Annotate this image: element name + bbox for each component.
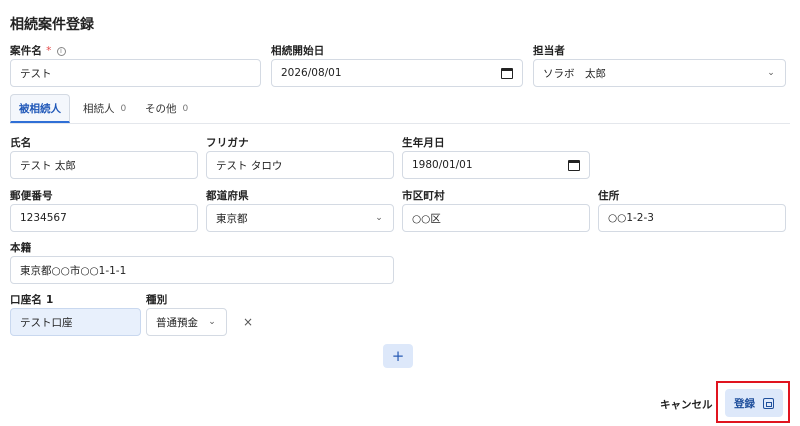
assignee-select[interactable]: ソラボ 太郎 ⌄ bbox=[533, 59, 786, 87]
cancel-button[interactable]: キャンセル bbox=[660, 397, 713, 412]
decedent-kana-value: テスト タロウ bbox=[216, 159, 283, 172]
remove-account-icon[interactable]: × bbox=[243, 315, 253, 329]
decedent-name-input[interactable]: テスト 太郎 bbox=[10, 151, 198, 179]
account-name-input[interactable]: テスト口座 bbox=[10, 308, 141, 336]
save-button-label: 登録 bbox=[734, 397, 755, 410]
account-type-label: 種別 bbox=[146, 294, 168, 306]
address-label: 住所 bbox=[598, 190, 620, 202]
info-icon[interactable]: i bbox=[56, 47, 66, 56]
pref-select[interactable]: 東京都 ⌄ bbox=[206, 204, 394, 232]
decedent-name-value: テスト 太郎 bbox=[20, 159, 76, 172]
required-mark: * bbox=[46, 45, 52, 57]
tab-heirs-count: 0 bbox=[120, 103, 127, 114]
account-type-select[interactable]: 普通預金 ⌄ bbox=[146, 308, 227, 336]
tab-other[interactable]: その他 0 bbox=[145, 94, 188, 123]
chevron-down-icon: ⌄ bbox=[767, 68, 775, 78]
save-button[interactable]: 登録 bbox=[725, 389, 783, 417]
tab-other-count: 0 bbox=[182, 103, 189, 114]
decedent-kana-label: フリガナ bbox=[206, 137, 249, 149]
decedent-kana-input[interactable]: テスト タロウ bbox=[206, 151, 394, 179]
calendar-icon[interactable] bbox=[568, 159, 580, 171]
account-name-value: テスト口座 bbox=[20, 316, 73, 329]
tab-bar: 被相続人 相続人 0 その他 0 bbox=[10, 94, 790, 124]
page-title: 相続案件登録 bbox=[10, 17, 94, 33]
start-date-value: 2026/08/01 bbox=[281, 67, 342, 79]
address-input[interactable]: ○○1-2-3 bbox=[598, 204, 786, 232]
case-name-label: 案件名 * i bbox=[10, 43, 66, 58]
address-value: ○○1-2-3 bbox=[608, 212, 654, 224]
domicile-value: 東京都○○市○○1-1-1 bbox=[20, 264, 127, 277]
case-name-input[interactable]: テスト bbox=[10, 59, 261, 87]
calendar-icon[interactable] bbox=[501, 67, 513, 79]
zip-label: 郵便番号 bbox=[10, 190, 53, 202]
add-account-button[interactable]: + bbox=[383, 344, 413, 368]
city-value: ○○区 bbox=[412, 212, 441, 225]
tab-decedent-label: 被相続人 bbox=[19, 102, 61, 115]
zip-value: 1234567 bbox=[20, 212, 67, 224]
start-date-input[interactable]: 2026/08/01 bbox=[271, 59, 523, 87]
domicile-label: 本籍 bbox=[10, 242, 32, 254]
case-name-value: テスト bbox=[20, 67, 52, 80]
start-date-label: 相続開始日 bbox=[271, 45, 325, 57]
tab-heirs-label: 相続人 bbox=[83, 103, 115, 115]
domicile-input[interactable]: 東京都○○市○○1-1-1 bbox=[10, 256, 394, 284]
decedent-birth-input[interactable]: 1980/01/01 bbox=[402, 151, 590, 179]
account-name-label: 口座名 1 bbox=[10, 294, 54, 306]
assignee-label: 担当者 bbox=[533, 45, 566, 57]
tab-heirs[interactable]: 相続人 0 bbox=[83, 94, 126, 123]
decedent-name-label: 氏名 bbox=[10, 137, 32, 149]
account-type-value: 普通預金 bbox=[156, 316, 198, 329]
case-name-label-text: 案件名 bbox=[10, 45, 43, 57]
assignee-value: ソラボ 太郎 bbox=[543, 67, 606, 80]
city-input[interactable]: ○○区 bbox=[402, 204, 590, 232]
pref-label: 都道府県 bbox=[206, 190, 249, 202]
decedent-birth-label: 生年月日 bbox=[402, 137, 445, 149]
zip-input[interactable]: 1234567 bbox=[10, 204, 198, 232]
tab-other-label: その他 bbox=[145, 103, 177, 115]
tab-decedent[interactable]: 被相続人 bbox=[10, 94, 70, 123]
pref-value: 東京都 bbox=[216, 212, 248, 225]
city-label: 市区町村 bbox=[402, 190, 445, 202]
chevron-down-icon: ⌄ bbox=[375, 213, 383, 223]
save-icon bbox=[763, 397, 774, 409]
decedent-birth-value: 1980/01/01 bbox=[412, 159, 473, 171]
chevron-down-icon: ⌄ bbox=[208, 317, 216, 327]
